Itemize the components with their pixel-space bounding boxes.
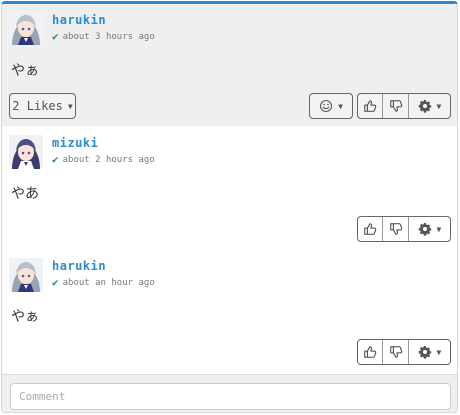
thumbs-up-icon — [363, 222, 377, 236]
post-body: やぁ — [11, 309, 39, 325]
check-icon: ✔ — [52, 30, 59, 43]
settings-dropdown-button[interactable]: ▼ — [407, 94, 450, 118]
thumbs-down-icon — [389, 222, 403, 236]
post-meta: ✔ about 2 hours ago — [52, 154, 155, 165]
post-meta: ✔ about an hour ago — [52, 277, 155, 288]
username-link[interactable]: harukin — [52, 13, 106, 27]
like-button[interactable] — [358, 340, 382, 364]
user-avatar[interactable] — [9, 135, 43, 169]
user-avatar[interactable] — [9, 258, 43, 292]
post-item: harukin ✔ about an hour ago やぁ ▼ — [2, 249, 457, 374]
caret-down-icon: ▼ — [436, 224, 442, 234]
post-actions-group: ▼ — [357, 339, 451, 365]
post-time[interactable]: about 3 hours ago — [63, 32, 155, 42]
thumbs-down-icon — [389, 99, 403, 113]
likes-count-label: 2 Likes — [12, 99, 63, 113]
gear-icon — [418, 99, 432, 113]
gear-icon — [418, 345, 432, 359]
check-icon: ✔ — [52, 153, 59, 166]
comment-input[interactable] — [10, 383, 451, 410]
caret-down-icon: ▼ — [436, 347, 442, 357]
thumbs-down-icon — [389, 345, 403, 359]
smiley-icon — [319, 99, 333, 113]
post-actions-group: ▼ — [357, 93, 451, 119]
post-item: mizuki ✔ about 2 hours ago やあ ▼ — [2, 126, 457, 249]
caret-down-icon: ▼ — [67, 101, 73, 111]
username-link[interactable]: harukin — [52, 259, 106, 273]
reaction-button[interactable]: ▼ — [309, 93, 353, 119]
thumbs-up-icon — [363, 345, 377, 359]
settings-dropdown-button[interactable]: ▼ — [407, 340, 450, 364]
dislike-button[interactable] — [382, 340, 407, 364]
post-time[interactable]: about 2 hours ago — [63, 155, 155, 165]
post-actions-group: ▼ — [357, 216, 451, 242]
post-item: harukin ✔ about 3 hours ago やぁ 2 Likes ▼… — [2, 4, 457, 126]
dislike-button[interactable] — [382, 217, 407, 241]
post-body: やぁ — [11, 63, 39, 79]
settings-dropdown-button[interactable]: ▼ — [407, 217, 450, 241]
caret-down-icon: ▼ — [436, 101, 442, 111]
gear-icon — [418, 222, 432, 236]
likes-dropdown-button[interactable]: 2 Likes ▼ — [9, 93, 76, 119]
thumbs-up-icon — [363, 99, 377, 113]
dislike-button[interactable] — [382, 94, 407, 118]
like-button[interactable] — [358, 217, 382, 241]
post-body: やあ — [11, 186, 39, 202]
post-meta: ✔ about 3 hours ago — [52, 31, 155, 42]
username-link[interactable]: mizuki — [52, 136, 98, 150]
caret-down-icon: ▼ — [338, 101, 343, 111]
comment-thread-panel: harukin ✔ about 3 hours ago やぁ 2 Likes ▼… — [1, 1, 458, 413]
check-icon: ✔ — [52, 276, 59, 289]
user-avatar[interactable] — [9, 11, 43, 45]
like-button[interactable] — [358, 94, 382, 118]
comment-composer — [2, 374, 457, 412]
post-time[interactable]: about an hour ago — [63, 278, 155, 288]
